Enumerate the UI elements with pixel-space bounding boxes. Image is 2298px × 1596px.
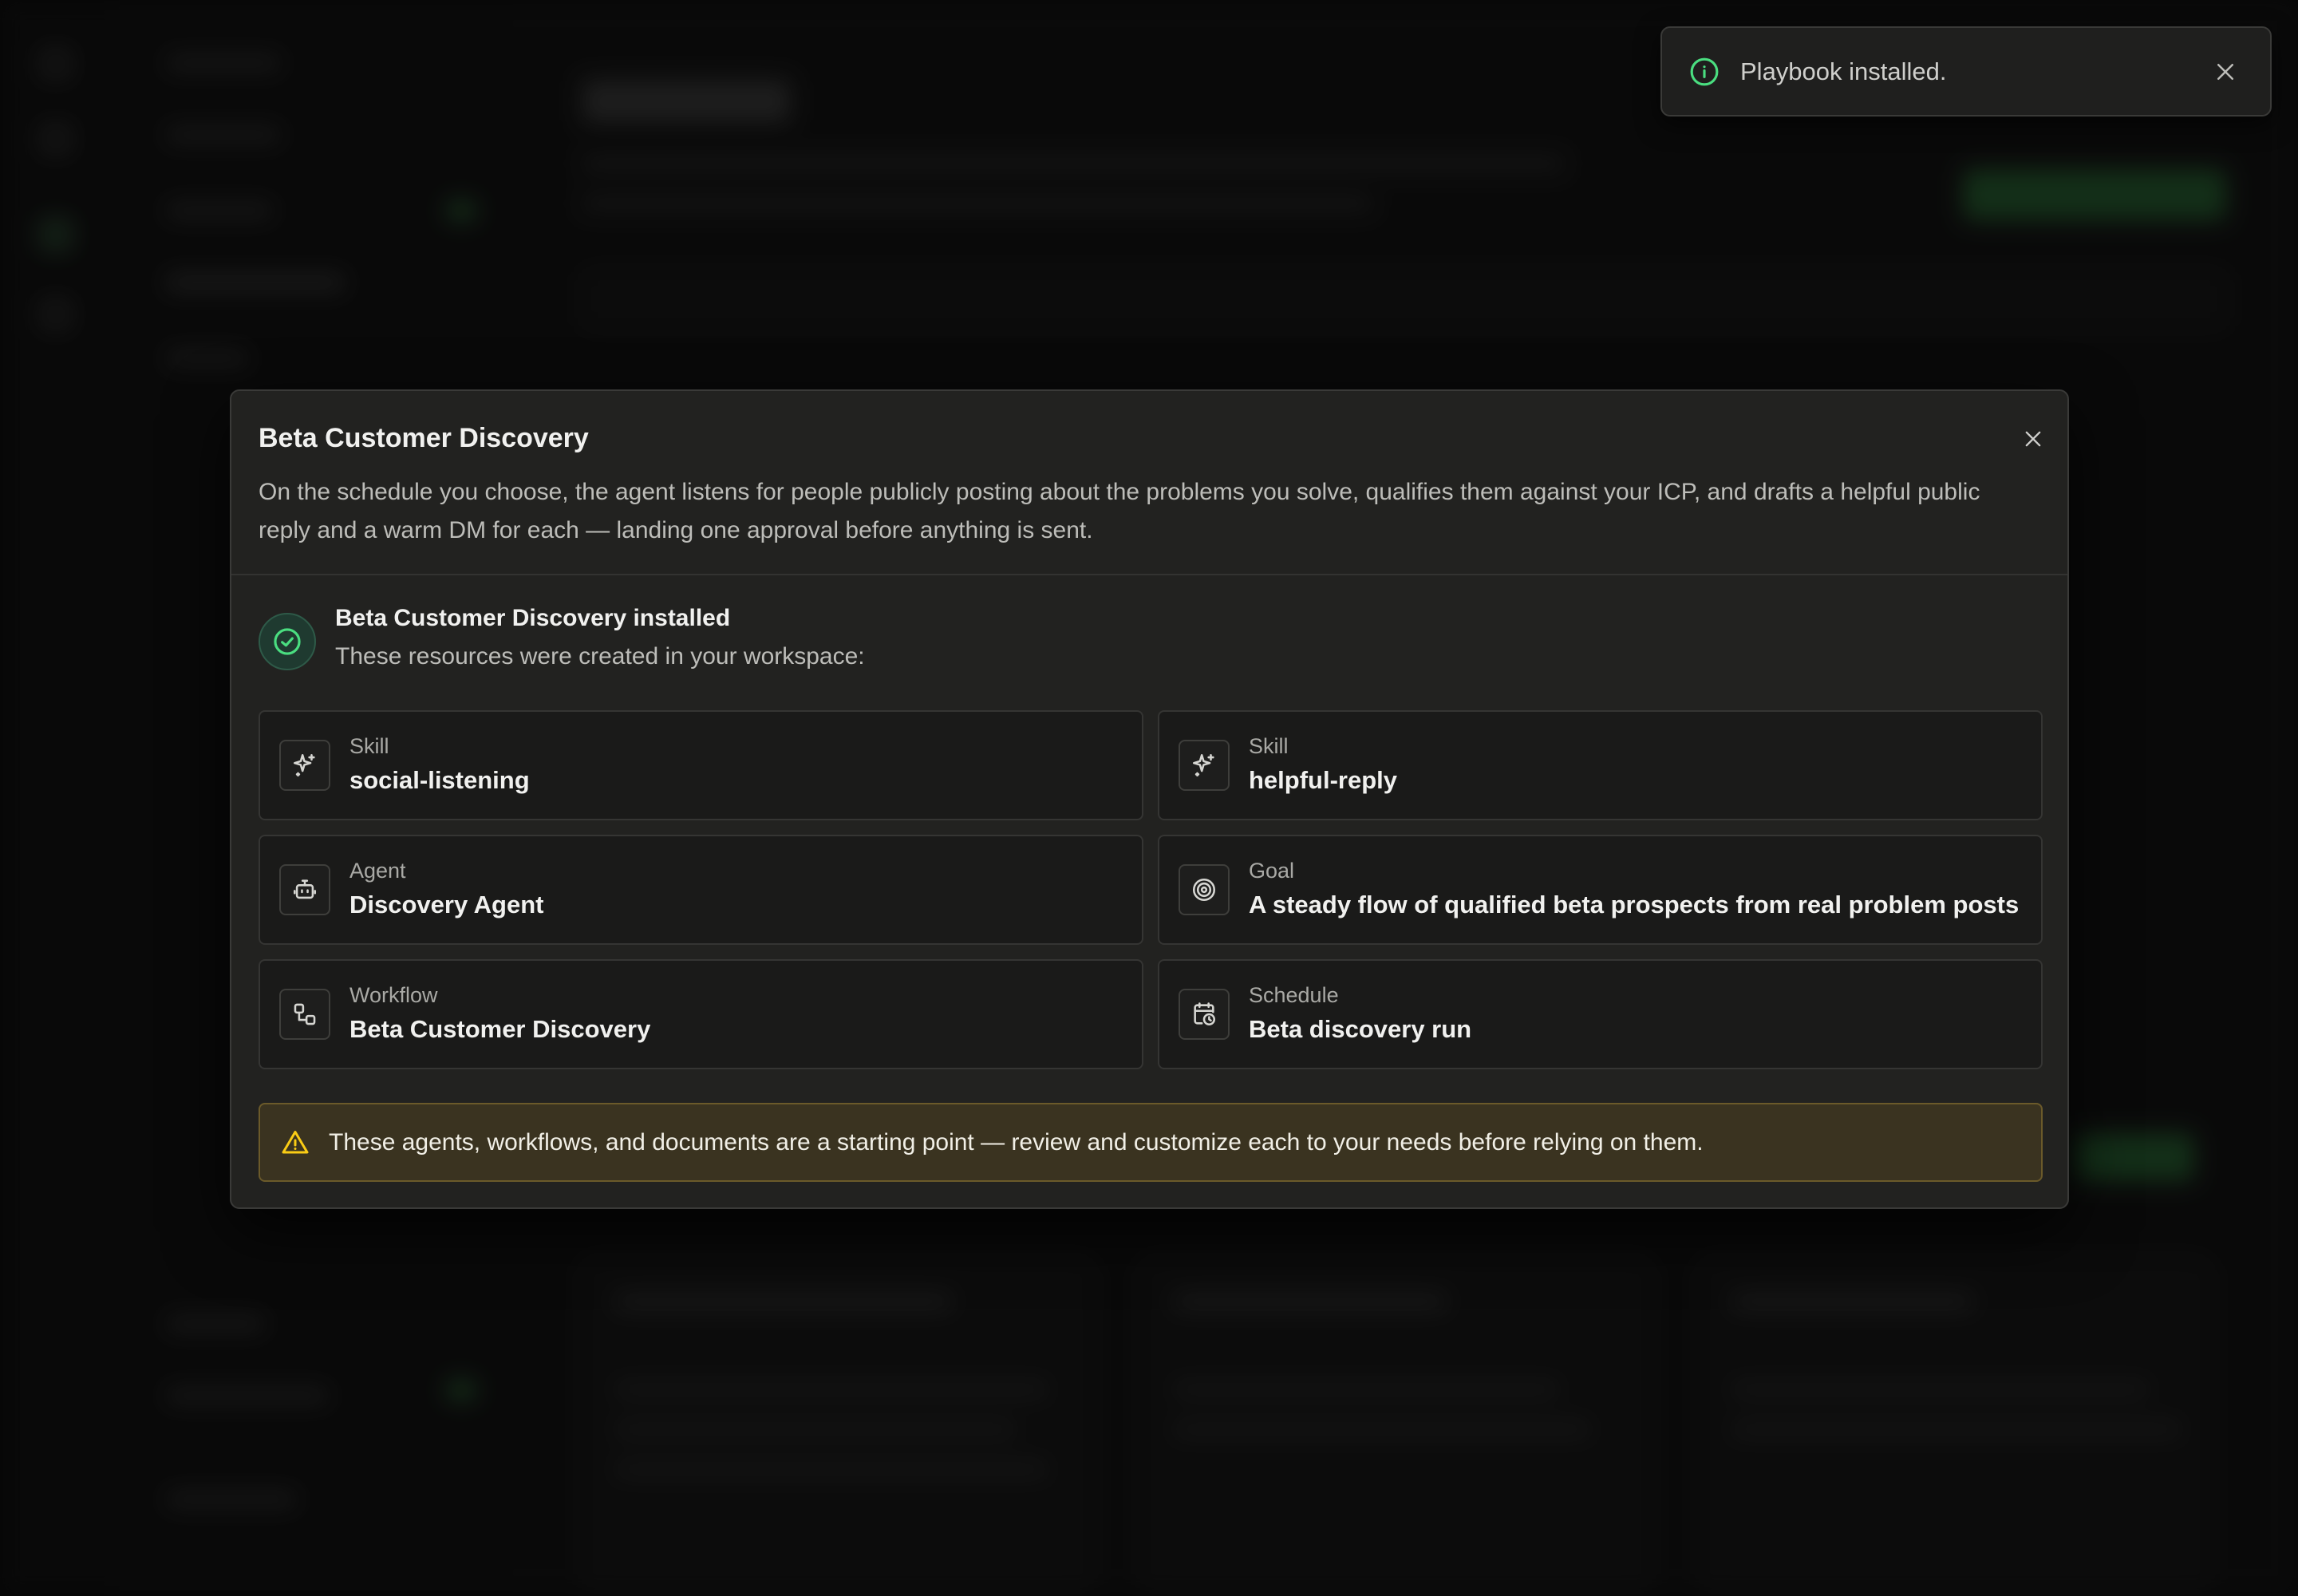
sparkles-icon [1192, 753, 1214, 777]
resource-kind: Workflow [349, 983, 438, 1007]
toast-close-button[interactable] [2208, 54, 2243, 89]
resource-name: social-listening [349, 766, 530, 794]
warning-text: These agents, workflows, and documents a… [329, 1128, 1704, 1156]
resource-card-skill[interactable]: Skill social-listening [259, 710, 1143, 820]
resource-icon-box [1179, 864, 1230, 915]
resource-name: Beta Customer Discovery [349, 1015, 651, 1043]
target-icon [1192, 878, 1216, 902]
resource-name: Beta discovery run [1249, 1015, 1472, 1043]
sparkles-icon [293, 753, 315, 777]
playbook-installed-dialog: Beta Customer Discovery On the schedule … [230, 389, 2069, 1209]
resource-kind: Goal [1249, 859, 1295, 883]
resource-card-workflow[interactable]: Workflow Beta Customer Discovery [259, 959, 1143, 1069]
resource-grid: Skill social-listening Skill helpful-rep… [259, 710, 2043, 1069]
close-icon [2217, 63, 2233, 80]
resource-kind: Agent [349, 859, 406, 883]
installed-subtitle: These resources were created in your wor… [335, 643, 865, 670]
resource-icon-box [279, 740, 330, 791]
resource-kind: Skill [349, 734, 389, 758]
workflow-icon [294, 1003, 316, 1025]
resource-icon-box [1179, 740, 1230, 791]
dialog-title: Beta Customer Discovery [259, 423, 589, 453]
resource-card-agent[interactable]: Agent Discovery Agent [259, 835, 1143, 945]
dialog-close-button[interactable] [2009, 415, 2057, 463]
resource-kind: Schedule [1249, 983, 1339, 1007]
toast-message: Playbook installed. [1740, 57, 1947, 85]
resource-card-goal[interactable]: Goal A steady flow of qualified beta pro… [1158, 835, 2043, 945]
resource-name: Discovery Agent [349, 891, 544, 918]
warning-callout: These agents, workflows, and documents a… [259, 1103, 2043, 1182]
check-circle-icon [274, 628, 301, 655]
resource-name: helpful-reply [1249, 766, 1398, 794]
calendar-clock-icon [1194, 1002, 1216, 1026]
installed-title: Beta Customer Discovery installed [335, 605, 731, 631]
warning-triangle-icon [282, 1130, 309, 1153]
resource-card-schedule[interactable]: Schedule Beta discovery run [1158, 959, 2043, 1069]
resource-icon-box [279, 864, 330, 915]
toast-notification: Playbook installed. [1660, 26, 2272, 117]
bot-icon [293, 879, 317, 899]
resource-icon-box [279, 989, 330, 1040]
resource-kind: Skill [1249, 734, 1289, 758]
info-icon [1690, 57, 1719, 85]
close-icon [2025, 431, 2041, 447]
resource-icon-box [1179, 989, 1230, 1040]
resource-card-skill[interactable]: Skill helpful-reply [1158, 710, 2043, 820]
resource-name: A steady flow of qualified beta prospect… [1249, 891, 2020, 918]
success-badge [259, 613, 316, 670]
dialog-header: Beta Customer Discovery On the schedule … [231, 391, 2067, 575]
dialog-description: On the schedule you choose, the agent li… [259, 479, 1980, 543]
